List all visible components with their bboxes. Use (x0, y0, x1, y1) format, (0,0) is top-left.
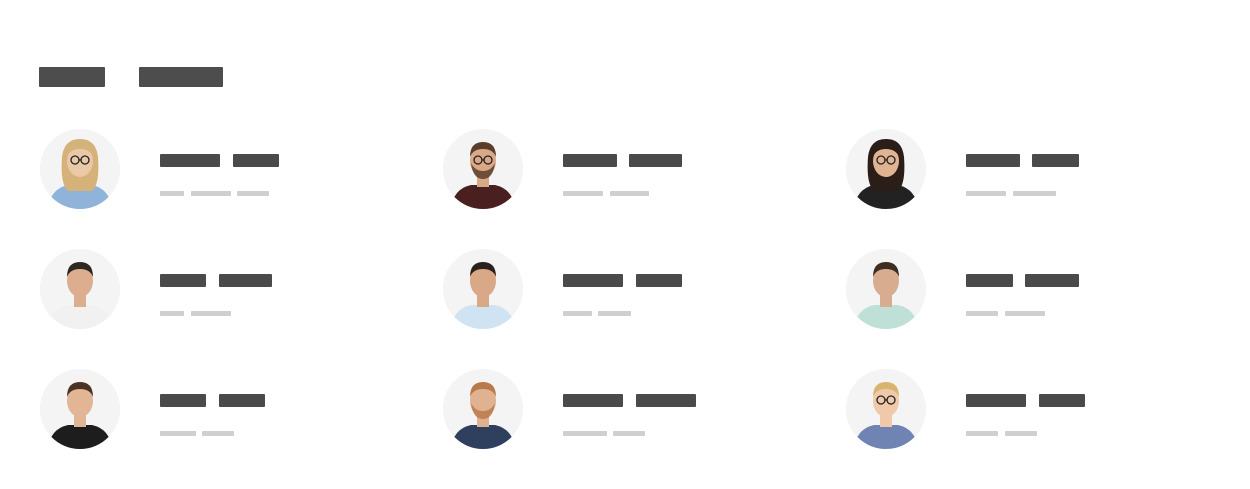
man-white-shirt-avatar (40, 249, 120, 329)
member-name-word-2 (233, 154, 279, 167)
member-name-word-2 (1039, 394, 1085, 407)
member-name-word-2 (636, 394, 696, 407)
member-name-word-1 (160, 394, 206, 407)
member-role-word-1 (563, 311, 592, 316)
member-role-word-2 (598, 311, 631, 316)
member-name-word-2 (636, 274, 682, 287)
member-role-word-2 (1005, 311, 1045, 316)
member-name-word-1 (563, 274, 623, 287)
member-name-word-1 (160, 274, 206, 287)
member-name-word-2 (629, 154, 682, 167)
member-role-word-2 (1013, 191, 1056, 196)
man-mint-shirt-avatar (846, 249, 926, 329)
member-role-word-1 (563, 431, 607, 436)
member-role-word-1 (160, 311, 184, 316)
member-role-word-1 (160, 431, 196, 436)
member-role-word-1 (966, 431, 998, 436)
member-role-word-2 (613, 431, 645, 436)
member-role-word-1 (966, 191, 1006, 196)
man-ginger-beard-avatar (443, 369, 523, 449)
member-role-word-2 (610, 191, 649, 196)
member-name-word-2 (219, 394, 265, 407)
member-name-word-1 (966, 394, 1026, 407)
man-beard-glasses-avatar (443, 129, 523, 209)
team-section (0, 0, 1250, 489)
man-blond-glasses-plaid-avatar (846, 369, 926, 449)
member-name-word-1 (160, 154, 220, 167)
woman-dark-hair-glasses-avatar (846, 129, 926, 209)
member-role-word-1 (160, 191, 184, 196)
member-name-word-1 (966, 154, 1020, 167)
member-role-word-2 (191, 311, 231, 316)
member-name-word-2 (219, 274, 272, 287)
member-role-word-1 (966, 311, 998, 316)
section-title-word-2 (139, 67, 223, 87)
member-role-word-2 (1005, 431, 1037, 436)
member-name-word-2 (1032, 154, 1079, 167)
member-role-word-2 (191, 191, 231, 196)
member-name-word-1 (563, 154, 617, 167)
section-title-word-1 (39, 67, 105, 87)
member-role-word-1 (563, 191, 603, 196)
woman-blonde-glasses-avatar (40, 129, 120, 209)
member-name-word-1 (563, 394, 623, 407)
member-role-word-3 (237, 191, 269, 196)
member-name-word-2 (1025, 274, 1079, 287)
man-black-tshirt-avatar (40, 369, 120, 449)
member-role-word-2 (202, 431, 234, 436)
man-light-blue-shirt-avatar (443, 249, 523, 329)
member-name-word-1 (966, 274, 1013, 287)
